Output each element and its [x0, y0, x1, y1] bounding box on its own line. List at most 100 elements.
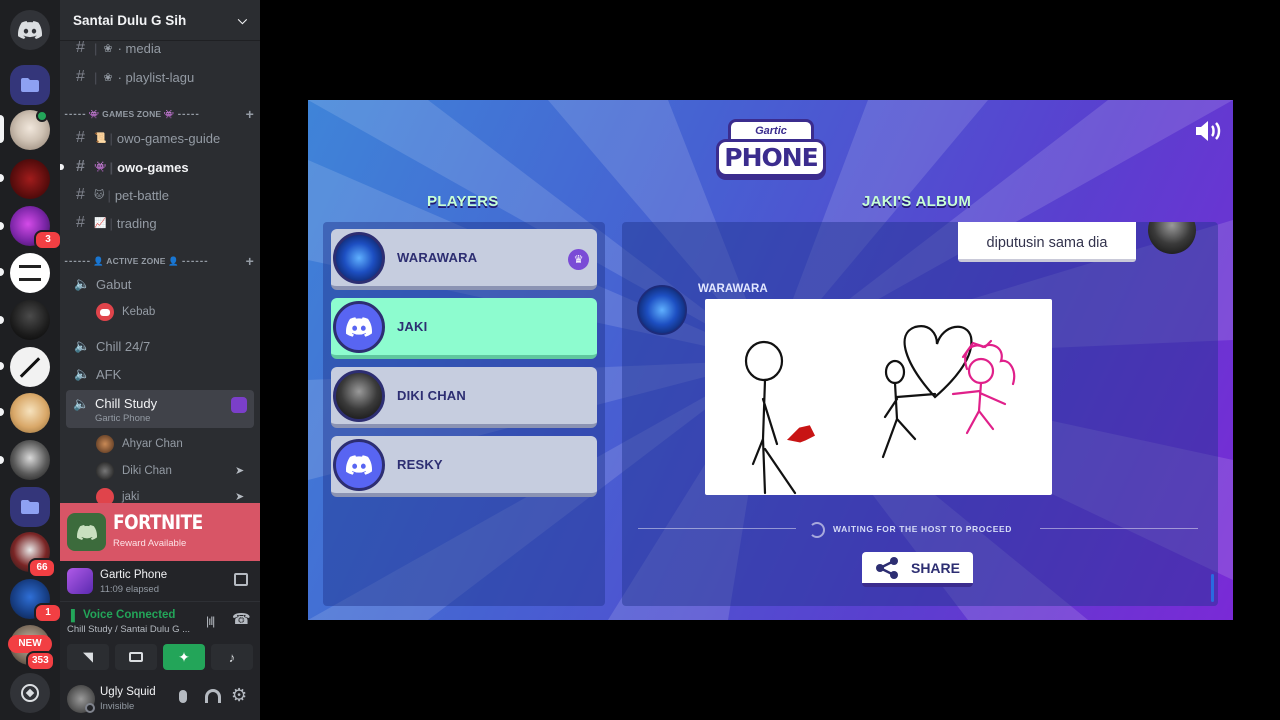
voice-channel-chill-study[interactable]: 🔈 Chill Study Gartic Phone — [66, 390, 254, 428]
voice-user-kebab[interactable]: Kebab — [96, 301, 155, 323]
headphones-icon[interactable] — [205, 689, 221, 703]
drawer-name: WARAWARA — [698, 283, 768, 295]
server-icon-white[interactable] — [10, 253, 50, 293]
fortnite-title: FORTNITE — [113, 511, 203, 535]
avatar — [333, 438, 385, 491]
album-title: JAKI'S ALBUM — [862, 193, 972, 210]
voice-channel-afk[interactable]: 🔈 AFK — [68, 361, 254, 387]
discover-button[interactable] — [10, 673, 50, 713]
chevron-down-icon: ⌵ — [237, 12, 247, 27]
voice-user-ahyar-chan[interactable]: Ahyar Chan — [96, 433, 183, 455]
voice-user-name: Ahyar Chan — [122, 438, 183, 450]
spinner-icon — [809, 522, 825, 538]
activity-icon — [231, 397, 247, 413]
discord-home-button[interactable] — [10, 10, 50, 50]
voice-status-title[interactable]: Voice Connected — [83, 609, 175, 621]
album-panel: diputusin sama dia WARAWARA WAITING FOR … — [622, 222, 1218, 606]
voice-user-name: jaki — [122, 491, 140, 503]
avatar — [637, 285, 687, 335]
channel-owo-games-guide[interactable]: # 📜 | owo-games-guide — [68, 125, 254, 151]
server-icon-guitar[interactable] — [10, 347, 50, 387]
gartic-phone-icon — [67, 568, 93, 594]
compass-icon — [21, 684, 39, 702]
channel-emoji: ❀ — [103, 42, 113, 55]
player-name: WARAWARA — [397, 250, 478, 265]
voice-channel-gabut[interactable]: 🔈 Gabut — [68, 271, 254, 297]
channel-label: owo-games — [117, 159, 189, 175]
hashtag-icon: # — [76, 68, 85, 85]
channel-label: · media — [117, 40, 161, 56]
channel-emoji: 📈 — [94, 217, 107, 229]
server-rail: 3 66 1 NEW 353 — [0, 0, 62, 720]
hashtag-icon: # — [76, 214, 85, 231]
channel-trading[interactable]: # 📈 | trading — [68, 210, 254, 236]
channel-playlist-lagu[interactable]: # | ❀ · playlist-lagu — [68, 64, 254, 90]
channel-emoji: 📜 — [94, 132, 107, 144]
disconnect-icon[interactable]: ☎ — [232, 610, 251, 628]
share-label: SHARE — [910, 559, 960, 576]
crown-icon: ♛ — [568, 249, 589, 270]
voice-user-diki-chan[interactable]: Diki Chan — [96, 460, 172, 482]
avatar — [333, 369, 385, 422]
voice-channel-label: Chill 24/7 — [96, 338, 151, 354]
channel-pet-battle[interactable]: # 🐱 | pet-battle — [68, 182, 254, 208]
scrollbar[interactable] — [1211, 574, 1214, 602]
camera-off-button[interactable]: ◥ — [67, 644, 109, 670]
microphone-icon[interactable] — [179, 690, 187, 703]
soundboard-button[interactable]: ♪ — [211, 644, 253, 670]
status-invisible-icon — [85, 703, 95, 713]
folder-icon-2[interactable] — [10, 487, 50, 527]
add-channel-icon[interactable]: + — [246, 253, 254, 269]
discord-logo-icon — [18, 21, 42, 39]
avatar — [333, 231, 385, 284]
gartic-phone-game: Gartic PHONE PLAYERS JAKI'S ALBUM WARAWA… — [308, 100, 1233, 620]
activity-panel[interactable]: Gartic Phone 11:09 elapsed — [60, 561, 260, 601]
server-icon-shiba[interactable] — [10, 393, 50, 433]
activity-name: Gartic Phone — [100, 569, 168, 581]
player-card: WARAWARA ♛ — [331, 229, 597, 290]
gartic-phone-logo: Gartic PHONE — [716, 117, 826, 183]
share-button[interactable]: SHARE — [862, 552, 973, 587]
server-icon-red[interactable] — [10, 159, 50, 199]
settings-gear-icon[interactable]: ⚙ — [231, 685, 247, 706]
channel-media[interactable]: # | ❀ · media — [68, 35, 254, 61]
screen-share-button[interactable] — [115, 644, 157, 670]
add-channel-icon[interactable]: + — [246, 106, 254, 122]
channel-owo-games[interactable]: # 👾 | owo-games — [68, 154, 254, 180]
channel-emoji: 🐱 — [94, 189, 105, 201]
player-card: JAKI — [331, 298, 597, 359]
voice-channel-chill-24-7[interactable]: 🔈 Chill 24/7 — [68, 333, 254, 359]
avatar — [96, 435, 114, 453]
share-icon — [875, 556, 898, 579]
server-mention-badge-3: 1 — [34, 603, 62, 623]
voice-status-location[interactable]: Chill Study / Santai Dulu G ... — [67, 624, 190, 635]
players-panel: WARAWARA ♛ JAKI DIKI CHAN RESKY — [323, 222, 605, 606]
server-icon-dark-face[interactable] — [10, 300, 50, 340]
noise-suppression-icon[interactable]: |ıl| — [206, 614, 215, 628]
user-name[interactable]: Ugly Squid — [100, 686, 156, 698]
server-header[interactable]: Santai Dulu G Sih ⌵ — [60, 0, 260, 40]
folder-icon[interactable] — [10, 65, 50, 105]
player-card: RESKY — [331, 436, 597, 497]
popout-icon[interactable] — [234, 573, 248, 586]
fortnite-subtitle: Reward Available — [113, 538, 187, 549]
fortnite-reward-banner[interactable]: FORTNITE Reward Available — [60, 503, 260, 561]
hashtag-icon: # — [76, 186, 85, 203]
screen-share-icon — [129, 652, 143, 662]
user-status: Invisible — [100, 701, 135, 712]
speaker-icon: 🔈 — [74, 276, 91, 291]
activities-button[interactable]: ✦ — [163, 644, 205, 670]
players-title: PLAYERS — [427, 193, 499, 210]
stick-figure-drawing — [744, 325, 1016, 495]
volume-icon[interactable] — [1194, 120, 1224, 142]
channel-emoji: ❀ — [103, 71, 113, 84]
category-games-zone[interactable]: ⁃⁃⁃⁃⁃ 👾 GAMES ZONE 👾 ⁃⁃⁃⁃⁃ + — [64, 106, 254, 122]
channel-label: · playlist-lagu — [117, 69, 195, 85]
player-name: RESKY — [397, 457, 443, 472]
avatar — [333, 300, 385, 353]
player-card: DIKI CHAN — [331, 367, 597, 428]
bubble-text: diputusin sama dia — [986, 235, 1108, 251]
server-icon-bw-anime[interactable] — [10, 440, 50, 480]
category-active-zone[interactable]: ⁃⁃⁃⁃⁃⁃ 👤 ACTIVE ZONE 👤 ⁃⁃⁃⁃⁃⁃ + — [64, 253, 254, 269]
rocket-icon: ➤ — [235, 491, 245, 503]
